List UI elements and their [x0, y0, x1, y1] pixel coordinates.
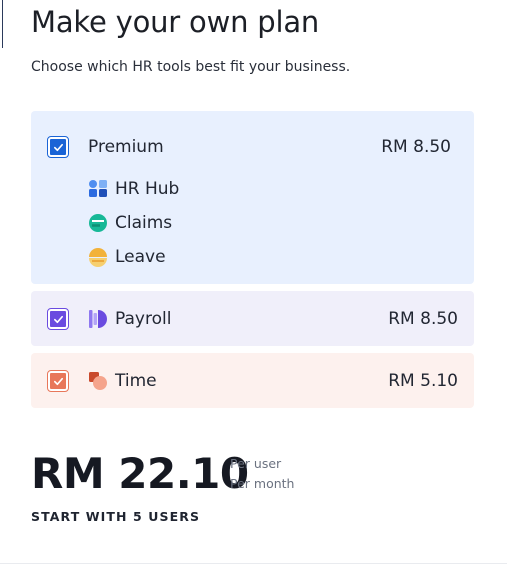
- checkmark-icon: [53, 143, 63, 151]
- bottom-divider: [0, 563, 507, 564]
- left-edge-divider: [2, 0, 3, 48]
- leave-icon: [89, 248, 107, 267]
- feature-claims: Claims: [88, 212, 172, 234]
- time-icon: [89, 372, 107, 390]
- plan-card-payroll[interactable]: Payroll RM 8.50: [31, 291, 474, 346]
- feature-label: Leave: [115, 247, 166, 267]
- total-price: RM 22.10: [31, 449, 249, 498]
- feature-label: Claims: [115, 213, 173, 233]
- payroll-checkbox[interactable]: [47, 308, 69, 330]
- per-user-label: Per user: [230, 456, 282, 471]
- plan-card-time[interactable]: Time RM 5.10: [31, 353, 474, 408]
- feature-label: HR Hub: [115, 179, 180, 199]
- checkmark-icon: [53, 315, 63, 323]
- hr-hub-icon: [89, 180, 107, 197]
- time-price: RM 5.10: [388, 371, 458, 391]
- plan-card-premium[interactable]: Premium RM 8.50 HR Hub Claims Leave: [31, 111, 474, 284]
- premium-price: RM 8.50: [381, 137, 451, 157]
- payroll-icon: [89, 310, 107, 328]
- per-month-label: Per month: [230, 476, 295, 491]
- start-with-users-link[interactable]: START WITH 5 USERS: [31, 509, 200, 525]
- checkmark-icon: [53, 377, 63, 385]
- feature-leave: Leave: [88, 246, 166, 268]
- page-subtitle: Choose which HR tools best fit your busi…: [31, 59, 351, 75]
- page-title: Make your own plan: [31, 5, 320, 39]
- time-name: Time: [115, 371, 157, 391]
- time-checkbox[interactable]: [47, 370, 69, 392]
- premium-name: Premium: [88, 137, 164, 157]
- payroll-name: Payroll: [115, 309, 172, 329]
- payroll-price: RM 8.50: [388, 309, 458, 329]
- claims-icon: [89, 214, 107, 232]
- feature-hr-hub: HR Hub: [88, 178, 179, 200]
- premium-checkbox[interactable]: [47, 136, 69, 158]
